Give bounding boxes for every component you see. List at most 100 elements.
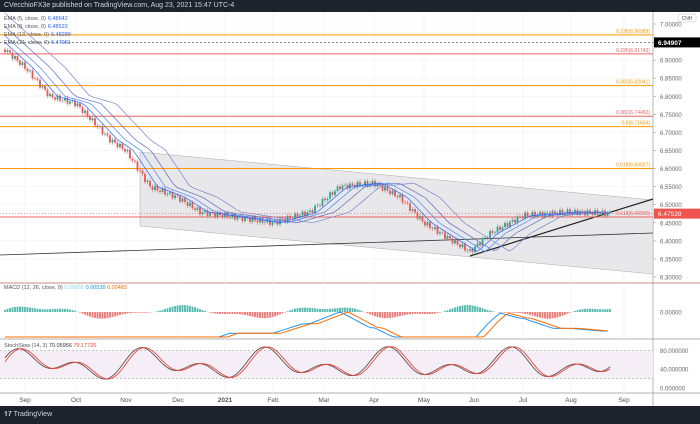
macd-histogram-bar [144, 312, 146, 313]
time-tick-label: 2021 [218, 397, 233, 404]
macd-histogram-bar [516, 312, 519, 313]
candle-body [309, 210, 311, 212]
candle-body [459, 244, 461, 248]
candle-body [251, 217, 254, 223]
macd-histogram-bar [239, 312, 241, 315]
candle-body [21, 62, 24, 66]
candle-body [39, 79, 41, 88]
macd-histogram-bar [271, 312, 274, 318]
macd-histogram-bar [281, 312, 284, 314]
price-tick-label: 6.45000 [660, 221, 682, 227]
macd-histogram-bar [306, 307, 309, 312]
price-tick-label: 6.65000 [660, 149, 682, 155]
candle-body [131, 158, 134, 161]
macd-histogram-bar [104, 312, 106, 319]
macd-histogram-bar [59, 308, 61, 312]
candle-body [201, 212, 204, 215]
macd-histogram-bar [391, 312, 394, 318]
candle-body [454, 239, 456, 244]
candle-body [94, 118, 96, 126]
candle-body [449, 235, 451, 239]
candle-body [59, 95, 61, 101]
time-tick-label: Sep [19, 397, 31, 404]
candle-body [139, 170, 141, 172]
candle-body [574, 209, 576, 212]
fib-level-label: 0.618(6.60027) [616, 162, 650, 168]
candle-body [319, 205, 321, 206]
macd-histogram-bar [379, 312, 381, 318]
candle-body [116, 142, 119, 148]
time-tick-label: Nov [120, 397, 132, 404]
macd-histogram-bar [576, 310, 579, 312]
candle-body [89, 116, 91, 121]
candle-body [329, 192, 331, 199]
stoch-tick-label: 80.000000 [660, 349, 689, 355]
macd-histogram-bar [549, 312, 551, 319]
macd-histogram-bar [336, 308, 339, 312]
macd-histogram-bar [261, 312, 264, 319]
candle-body [326, 198, 329, 201]
candle-body [479, 243, 481, 246]
macd-histogram-bar [134, 312, 136, 313]
candle-body [61, 100, 64, 102]
macd-histogram-bar [444, 311, 446, 312]
macd-histogram-bar [219, 312, 221, 314]
macd-histogram-bar [251, 312, 254, 317]
macd-histogram-bar [79, 312, 81, 313]
macd-histogram-bar [446, 310, 449, 312]
price-tick-label: 6.75000 [660, 113, 682, 119]
candle-body [336, 186, 339, 192]
macd-histogram-bar [411, 312, 414, 315]
macd-histogram-bar [11, 307, 14, 312]
macd-histogram-bar [424, 312, 426, 315]
macd-histogram-bar [581, 309, 584, 312]
macd-histogram-bar [301, 307, 304, 312]
candle-body [191, 202, 194, 209]
candle-body [474, 246, 476, 253]
macd-histogram-bar [179, 305, 181, 312]
candle-body [109, 135, 111, 143]
time-tick-label: Mar [318, 397, 330, 404]
candle-body [411, 209, 414, 211]
candle-body [331, 192, 334, 196]
chart-window: CVecchioFX3e published on TradingView.co… [0, 0, 700, 424]
macd-histogram-bar [324, 308, 326, 312]
candle-body [404, 202, 406, 204]
macd-histogram-bar [506, 312, 509, 313]
candle-body [306, 211, 309, 217]
ema-value: 6.48642 [47, 16, 68, 22]
macd-histogram-bar [36, 308, 39, 312]
macd-histogram-bar [484, 308, 486, 312]
macd-histogram-bar [456, 306, 459, 312]
macd-histogram-bar [176, 305, 179, 312]
time-tick-label: May [418, 397, 431, 404]
candle-body [16, 56, 19, 61]
macd-histogram-bar [299, 307, 301, 312]
macd-histogram-bar [216, 312, 219, 314]
price-tick-label: 6.90000 [660, 59, 682, 65]
candle-body [26, 68, 29, 72]
macd-histogram-bar [6, 308, 9, 312]
candle-body [314, 205, 316, 213]
chart-canvas[interactable]: Sep Oct Nov Dec 2021 Feb Mar Apr May Jun Jul Aug Sep… [0, 0, 700, 424]
macd-histogram-bar [429, 312, 431, 314]
candle-body [324, 198, 326, 201]
macd-histogram-bar [94, 312, 96, 318]
candle-body [36, 78, 39, 80]
macd-histogram-bar [544, 312, 546, 319]
macd-histogram-bar [244, 312, 246, 315]
candle-body [484, 237, 486, 239]
macd-histogram-bar [69, 309, 71, 312]
macd-histogram-bar [89, 312, 91, 317]
candle-body [344, 184, 346, 186]
ema-value: 6.47981 [50, 40, 71, 46]
candle-body [41, 86, 44, 88]
macd-histogram-bar [254, 312, 256, 318]
price-tick-label: 7.00000 [660, 23, 682, 29]
macd-histogram-bar [376, 312, 379, 318]
macd-histogram-bar [161, 309, 164, 312]
stoch-tick-label: 0.000000 [660, 387, 686, 393]
fib-level-label: 0.382(6.74482) [616, 110, 650, 116]
macd-histogram-bar [594, 308, 596, 312]
macd-histogram-bar [121, 312, 124, 315]
